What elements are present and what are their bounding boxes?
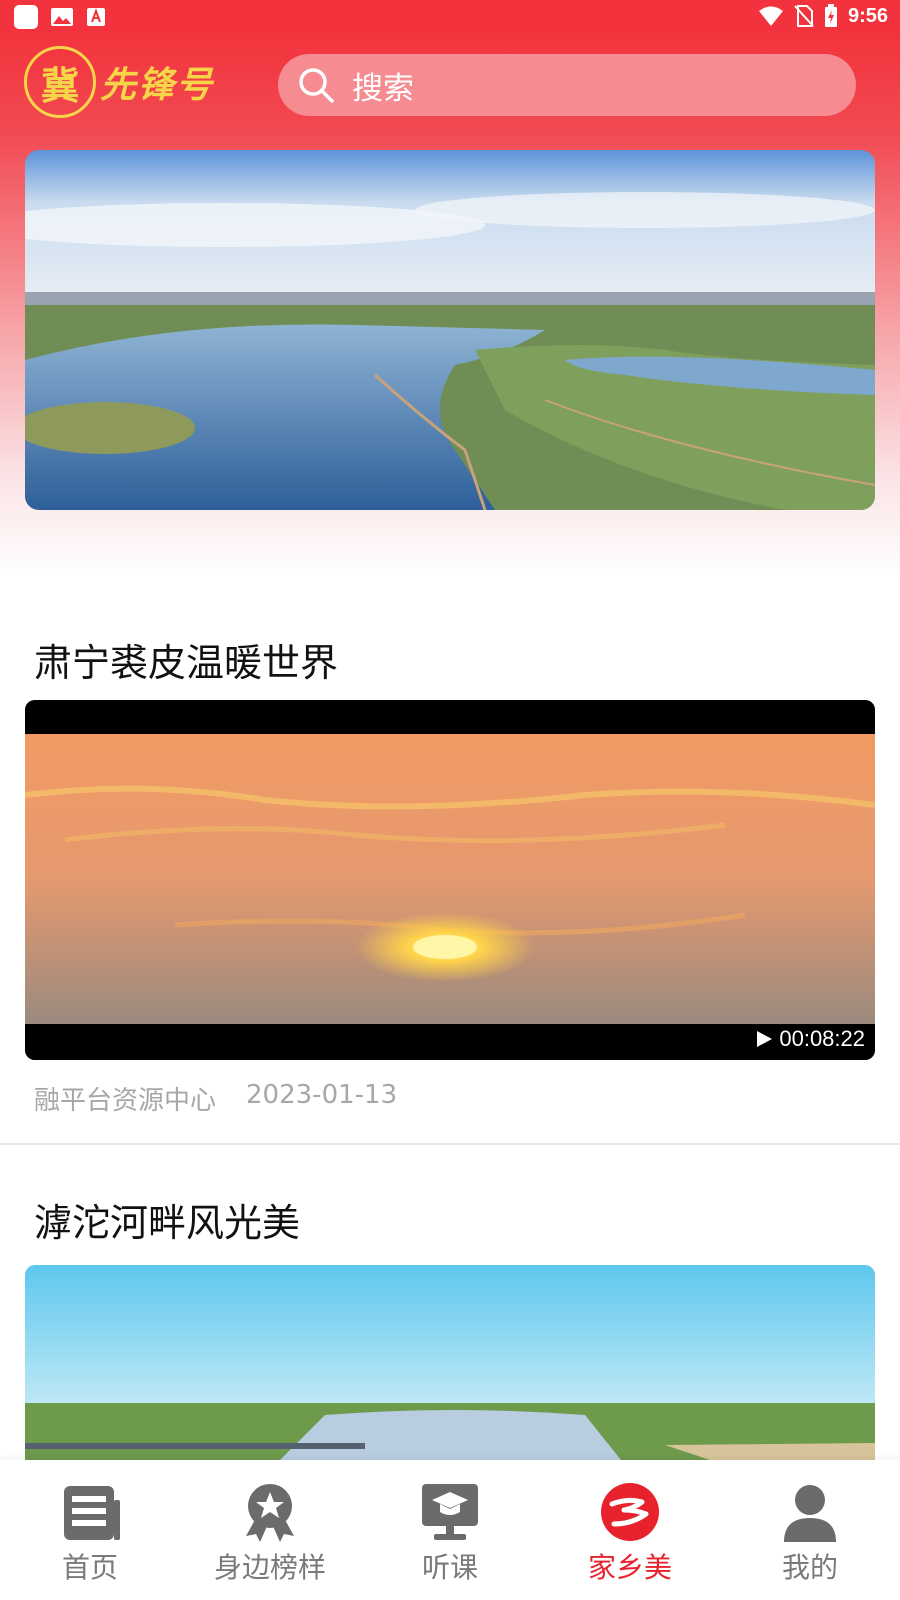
divider (0, 1143, 900, 1145)
search-placeholder: 搜索 (352, 70, 414, 107)
header: 冀 先锋号 搜索 (0, 36, 900, 576)
app-notification-icon (14, 5, 38, 29)
tab-hometown[interactable]: 家乡美 (540, 1460, 720, 1600)
article-date: 2023-01-13 (246, 1080, 398, 1110)
tab-label: 首页 (61, 1551, 118, 1584)
system-indicators: 9:56 (758, 4, 888, 28)
duration-text: 00:08:22 (779, 1026, 865, 1051)
badge-star-icon (246, 1484, 294, 1542)
sunset-image (25, 700, 875, 1060)
logo-seal: 冀 (24, 46, 96, 118)
app-logo: 冀 先锋号 (24, 46, 214, 118)
article-title[interactable]: 肃宁裘皮温暖世界 (34, 632, 338, 687)
text-notification-icon (87, 8, 105, 26)
person-icon (784, 1485, 836, 1542)
status-bar: 9:56 (0, 0, 900, 36)
notification-icons (14, 5, 106, 29)
hometown-logo-icon (601, 1483, 659, 1541)
logo-text: 先锋号 (100, 64, 215, 106)
article-source: 融平台资源中心 (34, 1086, 217, 1116)
image-notification-icon (51, 8, 73, 26)
article-title[interactable]: 滹沱河畔风光美 (34, 1192, 300, 1247)
wifi-icon (758, 6, 783, 26)
tab-profile[interactable]: 我的 (720, 1460, 900, 1600)
search-bar[interactable]: 搜索 (278, 54, 856, 116)
video-duration: 00:08:22 (755, 1026, 865, 1052)
tab-home[interactable]: 首页 (0, 1460, 180, 1600)
tab-role-models[interactable]: 身边榜样 (180, 1460, 360, 1600)
video-thumbnail[interactable]: 00:08:22 (25, 700, 875, 1060)
article-meta: 融平台资源中心 2023-01-13 (34, 1080, 397, 1117)
banner-image[interactable] (25, 150, 875, 510)
graduation-screen-icon (422, 1484, 478, 1540)
tab-label: 我的 (781, 1551, 838, 1584)
search-icon (299, 68, 334, 103)
clock: 9:56 (847, 4, 888, 27)
document-icon (64, 1486, 120, 1540)
tab-lectures[interactable]: 听课 (360, 1460, 540, 1600)
battery-charging-icon (824, 4, 837, 27)
play-icon (757, 1031, 773, 1047)
tab-label: 身边榜样 (213, 1551, 326, 1584)
bottom-tab-bar: 首页 身边榜样 听课 家乡美 我的 (0, 1460, 900, 1600)
tab-label: 听课 (421, 1551, 478, 1584)
tab-label: 家乡美 (587, 1551, 672, 1584)
no-sim-icon (794, 5, 814, 27)
